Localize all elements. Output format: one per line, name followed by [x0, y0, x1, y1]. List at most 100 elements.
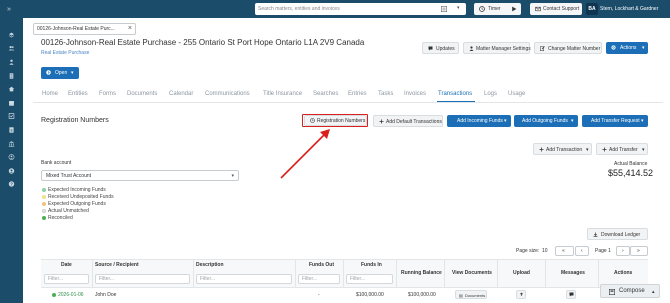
tab-divider [33, 102, 663, 103]
account-icon[interactable] [8, 168, 15, 174]
matter-manager-label: Matter Manager Settings [476, 46, 531, 52]
column-divider [545, 259, 546, 288]
row-date[interactable]: 2026-01-06 [58, 292, 84, 298]
global-search: ▾ [255, 3, 466, 15]
person-icon[interactable] [8, 59, 15, 65]
change-matter-number-button[interactable]: Change Matter Number [534, 42, 602, 54]
chevron-down-icon[interactable]: ▾ [457, 5, 460, 11]
chevron-down-icon: ▾ [504, 118, 507, 124]
tab-transactions[interactable]: Transactions [438, 91, 472, 97]
contacts-icon[interactable] [8, 154, 15, 160]
compose-icon [609, 289, 615, 295]
chevron-down-icon: ▾ [586, 147, 589, 153]
actions-label: Actions [620, 45, 637, 51]
column-header-date[interactable]: Date [61, 262, 72, 268]
tab-calendar[interactable]: Calendar [169, 91, 193, 97]
plus-icon [379, 119, 384, 124]
legend-swatch [42, 208, 46, 213]
tab-logs[interactable]: Logs [484, 91, 497, 97]
row-funds-in: $100,000.00 [356, 292, 384, 298]
chat-icon [428, 46, 433, 51]
filter-funds-out[interactable] [298, 274, 340, 284]
tab-home[interactable]: Home [42, 91, 58, 97]
matter-manager-settings-button[interactable]: Matter Manager Settings [463, 42, 531, 54]
bank-account-value: Mixed Trust Account [46, 173, 92, 179]
add-transfer-label: Add Transfer [609, 147, 638, 153]
filter-description[interactable] [196, 274, 292, 284]
avatar[interactable]: BA [586, 3, 598, 15]
chat-icon [569, 292, 574, 298]
legend-item: Reconciled [42, 215, 73, 221]
add-transaction-button[interactable]: Add Transaction ▾ [533, 143, 592, 155]
legend-label: Reconciled [48, 215, 73, 221]
compose-button[interactable]: Compose ▴ [600, 284, 660, 298]
column-header-source[interactable]: Source / Recipient [95, 262, 139, 268]
tab-entities[interactable]: Entities [68, 91, 88, 97]
tab-matter[interactable]: 00126-Johnson-Real Estate Purc... × [33, 23, 136, 35]
messages-button[interactable] [566, 290, 576, 299]
upload-button[interactable] [516, 290, 526, 299]
calendar-icon[interactable] [8, 100, 15, 106]
sidebar-expand-icon[interactable]: » [7, 6, 11, 13]
updates-button[interactable]: Updates [422, 42, 459, 54]
filter-funds-in[interactable] [346, 274, 393, 284]
matter-type-link[interactable]: Real Estate Purchase [41, 50, 89, 56]
tab-tasks[interactable]: Tasks [378, 91, 393, 97]
bank-account-select[interactable]: Mixed Trust Account ▾ [41, 170, 239, 181]
actual-balance-label: Actual Balance [614, 161, 648, 167]
help-icon[interactable]: ? [8, 181, 15, 187]
page-title: 00126-Johnson-Real Estate Purchase - 255… [41, 38, 365, 47]
column-header-funds-out[interactable]: Funds Out [309, 262, 334, 268]
tab-communications[interactable]: Communications [205, 91, 250, 97]
view-documents-button[interactable]: ▤ Documents [455, 290, 487, 299]
bank-icon[interactable] [8, 141, 15, 147]
play-icon[interactable] [511, 6, 517, 12]
column-header-running-balance[interactable]: Running Balance [401, 270, 442, 276]
tab-title-insurance[interactable]: Title Insurance [263, 91, 302, 97]
add-transfer-request-button[interactable]: Add Transfer Request ▾ [582, 115, 648, 127]
document-icon[interactable] [8, 73, 15, 79]
firm-name[interactable]: Stern, Lockhart & Gardner [600, 6, 658, 12]
filter-source[interactable] [95, 274, 190, 284]
prev-page-button[interactable]: ‹ [575, 246, 589, 256]
add-transaction-label: Add Transaction [546, 147, 583, 153]
search-input[interactable] [258, 3, 428, 15]
column-divider [193, 259, 194, 288]
first-page-button[interactable]: « [555, 246, 574, 256]
users-icon[interactable] [8, 45, 15, 51]
close-icon[interactable]: × [128, 25, 132, 32]
timer-button[interactable]: Timer [474, 3, 521, 15]
column-header-funds-in[interactable]: Funds In [361, 262, 382, 268]
filter-date[interactable] [44, 274, 89, 284]
page-size-select[interactable]: 10 [542, 248, 548, 254]
column-divider [497, 259, 498, 288]
add-transfer-request-label: Add Transfer Request [591, 118, 640, 124]
add-outgoing-funds-button[interactable]: Add Outgoing Funds ▾ [514, 115, 578, 127]
sidebar: » $ ? [0, 0, 23, 303]
svg-text:$: $ [11, 129, 13, 133]
contact-support-button[interactable]: Contact Support [530, 3, 582, 15]
legend-label: Expected Incoming Funds [48, 187, 106, 193]
tab-forms[interactable]: Forms [99, 91, 116, 97]
layers-icon[interactable] [8, 32, 15, 38]
add-default-transactions-button[interactable]: Add Default Transactions [373, 115, 443, 127]
tab-searches[interactable]: Searches [313, 91, 338, 97]
tab-invoices[interactable]: Invoices [404, 91, 426, 97]
home-icon[interactable] [8, 86, 15, 92]
actions-dropdown[interactable]: Actions ▾ [606, 42, 648, 54]
checklist-icon[interactable] [8, 113, 15, 119]
status-dropdown[interactable]: Open ▾ [41, 67, 79, 79]
plus-icon [539, 147, 544, 152]
filter-icon[interactable] [441, 6, 447, 12]
add-incoming-funds-button[interactable]: Add Incoming Funds ▾ [447, 115, 511, 127]
next-page-button[interactable]: › [616, 246, 630, 256]
tab-documents[interactable]: Documents [127, 91, 157, 97]
last-page-button[interactable]: » [630, 246, 648, 256]
tab-entries[interactable]: Entries [348, 91, 367, 97]
invoice-icon[interactable]: $ [8, 127, 15, 133]
download-ledger-button[interactable]: Download Ledger [587, 228, 648, 240]
tab-usage[interactable]: Usage [508, 91, 525, 97]
add-transfer-button[interactable]: Add Transfer ▾ [596, 143, 648, 155]
column-header-description[interactable]: Description [196, 262, 224, 268]
column-header-view-documents: View Documents [452, 270, 492, 276]
